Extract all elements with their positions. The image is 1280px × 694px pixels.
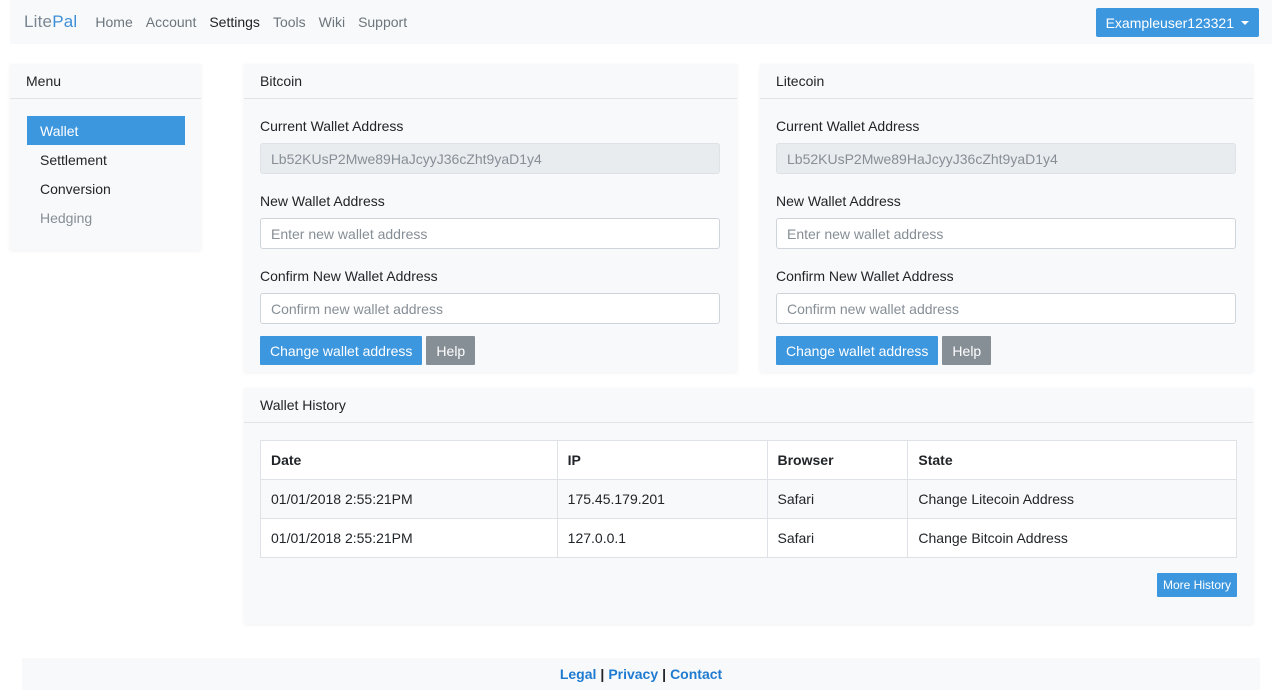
nav-home[interactable]: Home <box>95 14 132 30</box>
cell-date: 01/01/2018 2:55:21PM <box>260 518 558 558</box>
bitcoin-card: Bitcoin Current Wallet Address New Walle… <box>244 64 737 372</box>
cell-state: Change Litecoin Address <box>907 479 1237 519</box>
bitcoin-new-address-input[interactable] <box>260 218 720 249</box>
cell-ip: 127.0.0.1 <box>556 518 768 558</box>
main-nav: Home Account Settings Tools Wiki Support <box>95 14 420 30</box>
nav-account[interactable]: Account <box>146 14 197 30</box>
user-name: Exampleuser123321 <box>1105 14 1234 31</box>
bitcoin-confirm-label: Confirm New Wallet Address <box>260 268 438 284</box>
litecoin-new-label: New Wallet Address <box>776 193 901 209</box>
wallet-history-title: Wallet History <box>244 388 1253 423</box>
cell-date: 01/01/2018 2:55:21PM <box>260 479 558 519</box>
bitcoin-new-label: New Wallet Address <box>260 193 385 209</box>
footer: Legal | Privacy | Contact <box>22 658 1260 690</box>
litecoin-confirm-label: Confirm New Wallet Address <box>776 268 954 284</box>
menu-item-wallet[interactable]: Wallet <box>27 116 185 145</box>
table-row: 01/01/2018 2:55:21PM 127.0.0.1 Safari Ch… <box>260 518 1237 558</box>
nav-support[interactable]: Support <box>358 14 407 30</box>
menu-card: Menu Wallet Settlement Conversion Hedgin… <box>10 64 201 250</box>
menu-item-conversion[interactable]: Conversion <box>27 174 185 203</box>
nav-settings[interactable]: Settings <box>209 14 260 30</box>
brand-logo[interactable]: LitePal <box>24 12 77 32</box>
top-navbar: LitePal Home Account Settings Tools Wiki… <box>10 0 1272 44</box>
litecoin-current-label: Current Wallet Address <box>776 118 920 134</box>
footer-separator: | <box>662 666 667 682</box>
litecoin-confirm-address-input[interactable] <box>776 293 1236 324</box>
wallet-history-card: Wallet History Date IP Browser State 01/… <box>244 388 1253 624</box>
bitcoin-current-label: Current Wallet Address <box>260 118 404 134</box>
wallet-history-table: Date IP Browser State 01/01/2018 2:55:21… <box>260 440 1237 558</box>
menu-item-hedging[interactable]: Hedging <box>27 203 185 232</box>
cell-browser: Safari <box>766 479 909 519</box>
cell-browser: Safari <box>766 518 909 558</box>
footer-separator: | <box>600 666 605 682</box>
menu-item-settlement[interactable]: Settlement <box>27 145 185 174</box>
menu-list: Wallet Settlement Conversion Hedging <box>10 116 201 232</box>
litecoin-card-title: Litecoin <box>760 64 1253 99</box>
litecoin-change-address-button[interactable]: Change wallet address <box>776 336 939 365</box>
table-header-row: Date IP Browser State <box>260 440 1237 480</box>
cell-ip: 175.45.179.201 <box>556 479 768 519</box>
litecoin-new-address-input[interactable] <box>776 218 1236 249</box>
litecoin-help-button[interactable]: Help <box>942 336 992 365</box>
footer-legal-link[interactable]: Legal <box>560 666 597 682</box>
caret-down-icon <box>1241 20 1249 25</box>
bitcoin-change-address-button[interactable]: Change wallet address <box>260 336 423 365</box>
footer-privacy-link[interactable]: Privacy <box>608 666 658 682</box>
bitcoin-card-title: Bitcoin <box>244 64 737 99</box>
column-header-browser: Browser <box>766 440 909 480</box>
bitcoin-help-button[interactable]: Help <box>426 336 476 365</box>
menu-title: Menu <box>10 64 201 99</box>
user-dropdown-button[interactable]: Exampleuser123321 <box>1095 8 1259 37</box>
brand-part-pal: Pal <box>52 12 78 31</box>
footer-contact-link[interactable]: Contact <box>670 666 722 682</box>
more-history-button[interactable]: More History <box>1156 573 1237 597</box>
column-header-state: State <box>907 440 1237 480</box>
litecoin-card: Litecoin Current Wallet Address New Wall… <box>760 64 1253 372</box>
nav-wiki[interactable]: Wiki <box>319 14 345 30</box>
litecoin-current-address-field <box>776 143 1236 174</box>
nav-tools[interactable]: Tools <box>273 14 306 30</box>
table-row: 01/01/2018 2:55:21PM 175.45.179.201 Safa… <box>260 479 1237 519</box>
column-header-ip: IP <box>556 440 768 480</box>
brand-part-lite: Lite <box>24 12 53 31</box>
bitcoin-confirm-address-input[interactable] <box>260 293 720 324</box>
cell-state: Change Bitcoin Address <box>907 518 1237 558</box>
bitcoin-current-address-field <box>260 143 720 174</box>
column-header-date: Date <box>260 440 558 480</box>
